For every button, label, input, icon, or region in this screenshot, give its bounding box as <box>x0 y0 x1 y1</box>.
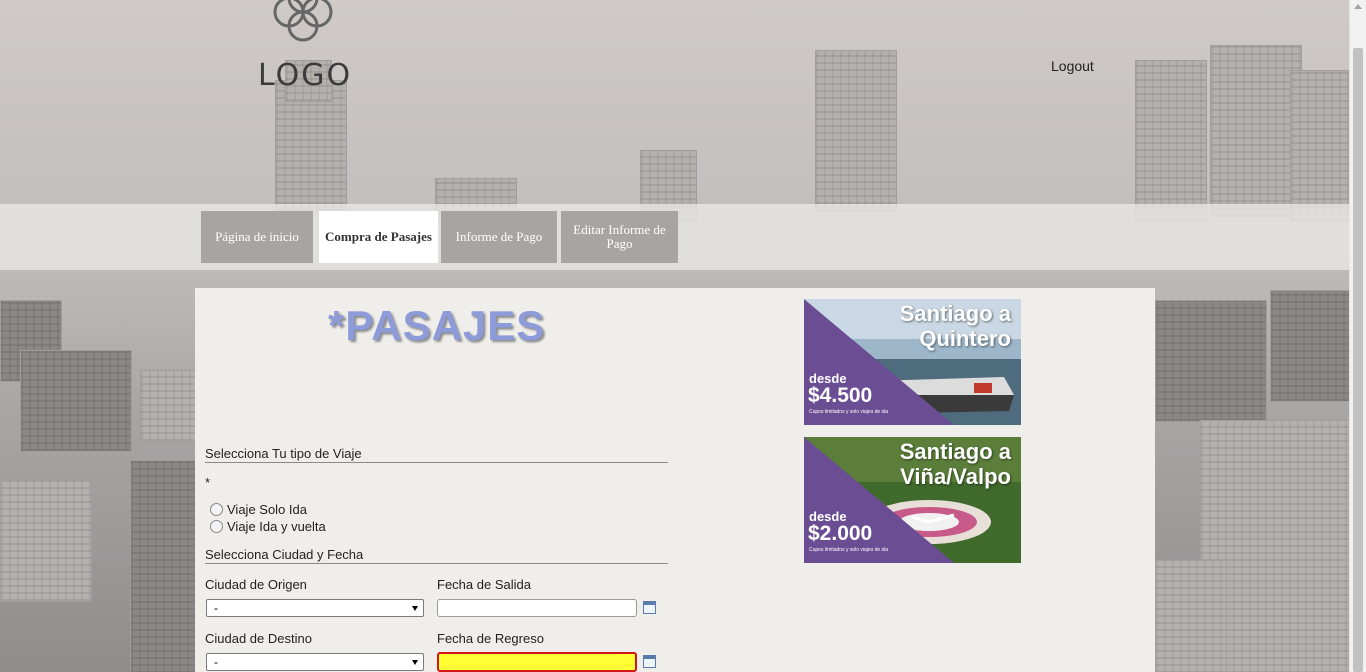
trip-type-section-heading: Selecciona Tu tipo de Viaje <box>205 446 668 463</box>
site-logo[interactable]: LOGO <box>258 0 350 93</box>
chevron-down-icon <box>412 660 418 665</box>
departure-date-input[interactable] <box>437 599 637 617</box>
main-nav: Página de inicio Compra de Pasajes Infor… <box>0 204 1350 270</box>
chevron-down-icon <box>412 606 418 611</box>
calendar-icon[interactable] <box>643 655 656 668</box>
origin-select[interactable]: - <box>206 599 424 617</box>
radio-label-ida-y-vuelta: Viaje Ida y vuelta <box>227 519 326 534</box>
radio-ida-y-vuelta[interactable] <box>210 520 223 533</box>
promo-title: Santiago a Quintero <box>899 301 1011 351</box>
page-title: *PASAJES <box>328 302 546 349</box>
tab-compra-de-pasajes[interactable]: Compra de Pasajes <box>319 211 438 263</box>
promo-fine-print: Cupos limitados y solo viajes de ida <box>809 547 889 553</box>
content-panel: *PASAJES Selecciona Tu tipo de Viaje * V… <box>195 288 1155 672</box>
tab-editar-informe-de-pago[interactable]: Editar Informe de Pago <box>561 211 678 263</box>
trip-option-ida-y-vuelta[interactable]: Viaje Ida y vuelta <box>210 519 326 534</box>
destination-select[interactable]: - <box>206 653 424 671</box>
destination-label: Ciudad de Destino <box>205 631 312 646</box>
page-scrollbar[interactable] <box>1349 0 1366 672</box>
logo-text: LOGO <box>258 58 353 93</box>
logout-link[interactable]: Logout <box>1051 58 1094 74</box>
logo-rings-icon <box>273 0 333 42</box>
promo-price: $2.000 <box>808 522 873 545</box>
departure-label: Fecha de Salida <box>437 577 531 592</box>
scrollbar-thumb[interactable] <box>1353 48 1363 672</box>
promo-banner-vina-valpo[interactable]: Santiago a Viña/Valpo desde $2.000 Cupos… <box>804 437 1021 563</box>
required-mark: * <box>205 475 211 490</box>
radio-label-solo-ida: Viaje Solo Ida <box>227 502 307 517</box>
radio-solo-ida[interactable] <box>210 503 223 516</box>
origin-label: Ciudad de Origen <box>205 577 307 592</box>
promo-price: $4.500 <box>808 384 873 407</box>
trip-option-solo-ida[interactable]: Viaje Solo Ida <box>210 502 307 517</box>
promo-banner-quintero[interactable]: Santiago a Quintero desde $4.500 Cupos l… <box>804 299 1021 425</box>
city-date-section-heading: Selecciona Ciudad y Fecha <box>205 547 668 564</box>
calendar-icon[interactable] <box>643 601 656 614</box>
return-date-input[interactable] <box>437 652 637 672</box>
scroll-up-arrow-icon[interactable] <box>1354 4 1362 9</box>
origin-select-value: - <box>214 601 218 615</box>
destination-select-value: - <box>214 655 218 669</box>
tab-pagina-de-inicio[interactable]: Página de inicio <box>201 211 313 263</box>
return-label: Fecha de Regreso <box>437 631 544 646</box>
tab-informe-de-pago[interactable]: Informe de Pago <box>441 211 557 263</box>
promo-fine-print: Cupos limitados y solo viajes de ida <box>809 409 889 415</box>
promo-title: Santiago a Viña/Valpo <box>899 439 1011 489</box>
